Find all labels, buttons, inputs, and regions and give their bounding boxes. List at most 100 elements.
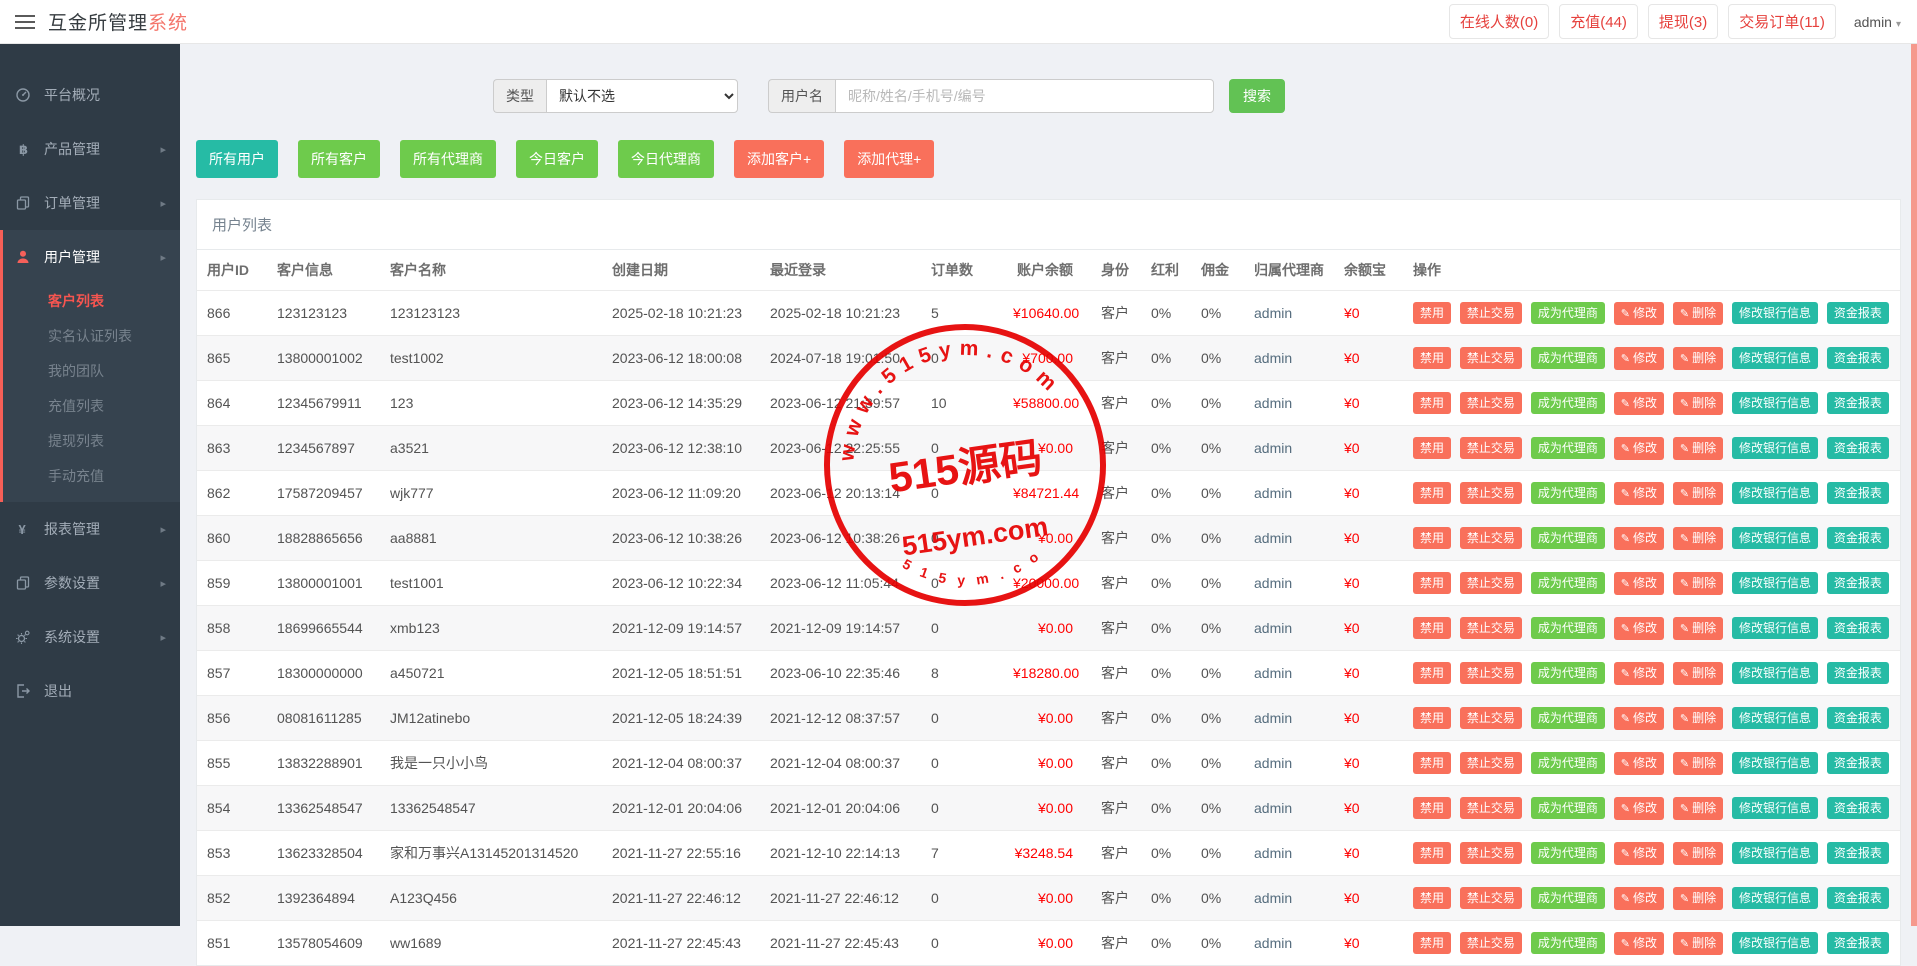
edit-button[interactable]: ✎ 修改	[1613, 481, 1664, 505]
delete-button[interactable]: ✎ 删除	[1672, 931, 1724, 955]
sidebar-subitem[interactable]: 手动充值	[3, 459, 180, 494]
make-agent-button[interactable]: 成为代理商	[1530, 752, 1605, 774]
ban-trade-button[interactable]: 禁止交易	[1459, 392, 1522, 414]
header-stat[interactable]: 提现(3)	[1647, 4, 1719, 39]
funds-report-button[interactable]: 资金报表	[1826, 572, 1889, 594]
toolbar-button[interactable]: 所有代理商	[400, 140, 496, 178]
funds-report-button[interactable]: 资金报表	[1826, 707, 1889, 729]
make-agent-button[interactable]: 成为代理商	[1530, 437, 1605, 459]
vertical-scrollbar[interactable]	[1911, 44, 1917, 926]
edit-bank-button[interactable]: 修改银行信息	[1731, 752, 1818, 774]
sidebar-item-dashboard[interactable]: 平台概况	[0, 68, 180, 122]
funds-report-button[interactable]: 资金报表	[1826, 527, 1889, 549]
sidebar-item-orders[interactable]: 订单管理 ▸	[0, 176, 180, 230]
sidebar-item-users[interactable]: 用户管理 ▸	[3, 230, 180, 284]
edit-button[interactable]: ✎ 修改	[1613, 571, 1664, 595]
edit-button[interactable]: ✎ 修改	[1613, 661, 1664, 685]
delete-button[interactable]: ✎ 删除	[1672, 526, 1724, 550]
edit-bank-button[interactable]: 修改银行信息	[1731, 797, 1818, 819]
edit-button[interactable]: ✎ 修改	[1613, 436, 1664, 460]
ban-trade-button[interactable]: 禁止交易	[1459, 752, 1522, 774]
edit-bank-button[interactable]: 修改银行信息	[1731, 482, 1818, 504]
delete-button[interactable]: ✎ 删除	[1672, 616, 1724, 640]
disable-button[interactable]: 禁用	[1413, 617, 1452, 639]
ban-trade-button[interactable]: 禁止交易	[1459, 842, 1522, 864]
edit-button[interactable]: ✎ 修改	[1613, 796, 1664, 820]
menu-toggle-icon[interactable]	[15, 11, 35, 33]
sidebar-subitem[interactable]: 充值列表	[3, 389, 180, 424]
username-input[interactable]	[835, 79, 1214, 113]
disable-button[interactable]: 禁用	[1413, 392, 1452, 414]
make-agent-button[interactable]: 成为代理商	[1530, 302, 1605, 324]
disable-button[interactable]: 禁用	[1413, 437, 1452, 459]
edit-bank-button[interactable]: 修改银行信息	[1731, 527, 1818, 549]
delete-button[interactable]: ✎ 删除	[1672, 661, 1724, 685]
disable-button[interactable]: 禁用	[1413, 932, 1452, 954]
make-agent-button[interactable]: 成为代理商	[1530, 572, 1605, 594]
delete-button[interactable]: ✎ 删除	[1672, 436, 1724, 460]
make-agent-button[interactable]: 成为代理商	[1530, 887, 1605, 909]
delete-button[interactable]: ✎ 删除	[1672, 886, 1724, 910]
sidebar-subitem[interactable]: 实名认证列表	[3, 319, 180, 354]
header-stat[interactable]: 交易订单(11)	[1728, 4, 1836, 39]
edit-button[interactable]: ✎ 修改	[1613, 886, 1664, 910]
delete-button[interactable]: ✎ 删除	[1672, 796, 1724, 820]
delete-button[interactable]: ✎ 删除	[1672, 571, 1724, 595]
ban-trade-button[interactable]: 禁止交易	[1459, 662, 1522, 684]
delete-button[interactable]: ✎ 删除	[1672, 841, 1724, 865]
delete-button[interactable]: ✎ 删除	[1672, 751, 1724, 775]
toolbar-button[interactable]: 所有用户	[196, 140, 278, 178]
ban-trade-button[interactable]: 禁止交易	[1459, 887, 1522, 909]
toolbar-button[interactable]: 今日客户	[516, 140, 598, 178]
funds-report-button[interactable]: 资金报表	[1826, 662, 1889, 684]
ban-trade-button[interactable]: 禁止交易	[1459, 707, 1522, 729]
make-agent-button[interactable]: 成为代理商	[1530, 617, 1605, 639]
toolbar-button[interactable]: 今日代理商	[618, 140, 714, 178]
make-agent-button[interactable]: 成为代理商	[1530, 347, 1605, 369]
delete-button[interactable]: ✎ 删除	[1672, 346, 1724, 370]
make-agent-button[interactable]: 成为代理商	[1530, 842, 1605, 864]
funds-report-button[interactable]: 资金报表	[1826, 887, 1889, 909]
funds-report-button[interactable]: 资金报表	[1826, 437, 1889, 459]
funds-report-button[interactable]: 资金报表	[1826, 302, 1889, 324]
disable-button[interactable]: 禁用	[1413, 887, 1452, 909]
ban-trade-button[interactable]: 禁止交易	[1459, 482, 1522, 504]
sidebar-item-params[interactable]: 参数设置 ▸	[0, 556, 180, 610]
edit-button[interactable]: ✎ 修改	[1613, 841, 1664, 865]
funds-report-button[interactable]: 资金报表	[1826, 752, 1889, 774]
edit-bank-button[interactable]: 修改银行信息	[1731, 392, 1818, 414]
funds-report-button[interactable]: 资金报表	[1826, 392, 1889, 414]
edit-bank-button[interactable]: 修改银行信息	[1731, 302, 1818, 324]
funds-report-button[interactable]: 资金报表	[1826, 932, 1889, 954]
sidebar-subitem[interactable]: 我的团队	[3, 354, 180, 389]
ban-trade-button[interactable]: 禁止交易	[1459, 437, 1522, 459]
disable-button[interactable]: 禁用	[1413, 482, 1452, 504]
search-button[interactable]: 搜索	[1229, 79, 1285, 113]
disable-button[interactable]: 禁用	[1413, 572, 1452, 594]
ban-trade-button[interactable]: 禁止交易	[1459, 797, 1522, 819]
delete-button[interactable]: ✎ 删除	[1672, 301, 1724, 325]
toolbar-button[interactable]: 所有客户	[298, 140, 380, 178]
header-stat[interactable]: 充值(44)	[1559, 4, 1638, 39]
ban-trade-button[interactable]: 禁止交易	[1459, 932, 1522, 954]
edit-bank-button[interactable]: 修改银行信息	[1731, 437, 1818, 459]
edit-button[interactable]: ✎ 修改	[1613, 391, 1664, 415]
edit-bank-button[interactable]: 修改银行信息	[1731, 932, 1818, 954]
edit-bank-button[interactable]: 修改银行信息	[1731, 842, 1818, 864]
ban-trade-button[interactable]: 禁止交易	[1459, 302, 1522, 324]
delete-button[interactable]: ✎ 删除	[1672, 706, 1724, 730]
disable-button[interactable]: 禁用	[1413, 797, 1452, 819]
funds-report-button[interactable]: 资金报表	[1826, 347, 1889, 369]
disable-button[interactable]: 禁用	[1413, 842, 1452, 864]
sidebar-item-system[interactable]: 系统设置 ▸	[0, 610, 180, 664]
admin-user-menu[interactable]: admin ▾	[1854, 14, 1901, 30]
disable-button[interactable]: 禁用	[1413, 662, 1452, 684]
funds-report-button[interactable]: 资金报表	[1826, 482, 1889, 504]
edit-button[interactable]: ✎ 修改	[1613, 931, 1664, 955]
delete-button[interactable]: ✎ 删除	[1672, 391, 1724, 415]
edit-button[interactable]: ✎ 修改	[1613, 616, 1664, 640]
toolbar-button[interactable]: 添加代理+	[844, 140, 935, 178]
make-agent-button[interactable]: 成为代理商	[1530, 482, 1605, 504]
ban-trade-button[interactable]: 禁止交易	[1459, 527, 1522, 549]
make-agent-button[interactable]: 成为代理商	[1530, 707, 1605, 729]
